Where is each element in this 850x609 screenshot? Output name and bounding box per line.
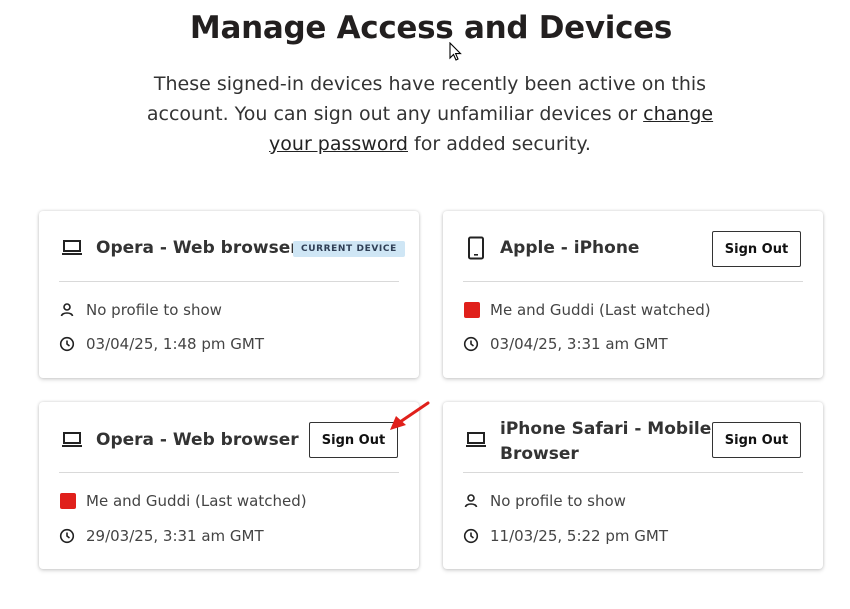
divider xyxy=(463,281,803,282)
last-active-row: 03/04/25, 3:31 am GMT xyxy=(463,333,803,355)
person-icon xyxy=(60,303,74,317)
intro-text-end: for added security. xyxy=(408,133,591,155)
phone-icon xyxy=(468,236,484,260)
device-name: iPhone Safari - Mobile Browser xyxy=(500,417,711,467)
clock-icon xyxy=(59,336,75,352)
last-active-text: 03/04/25, 3:31 am GMT xyxy=(490,335,668,353)
laptop-icon xyxy=(62,432,82,447)
device-name-line: iPhone Safari - Mobile xyxy=(500,419,712,439)
profile-avatar xyxy=(464,302,480,318)
device-card: iPhone Safari - Mobile Browser Sign Out … xyxy=(443,402,823,569)
annotation-arrow-icon xyxy=(390,401,430,430)
last-active-row: 03/04/25, 1:48 pm GMT xyxy=(59,333,399,355)
person-icon xyxy=(464,494,478,508)
laptop-icon xyxy=(62,240,82,255)
profile-avatar xyxy=(60,493,76,509)
device-card: Opera - Web browser CURRENT DEVICE No pr… xyxy=(39,211,419,378)
profile-text: Me and Guddi (Last watched) xyxy=(86,492,307,510)
last-active-text: 29/03/25, 3:31 am GMT xyxy=(86,527,264,545)
device-name-line: Browser xyxy=(500,444,579,464)
sign-out-button[interactable]: Sign Out xyxy=(712,231,801,267)
clock-icon xyxy=(59,528,75,544)
divider xyxy=(59,281,399,282)
divider xyxy=(463,472,803,473)
last-active-text: 11/03/25, 5:22 pm GMT xyxy=(490,527,668,545)
intro-text: These signed-in devices have recently be… xyxy=(130,69,730,159)
current-device-badge: CURRENT DEVICE xyxy=(293,241,405,257)
intro-text-start: These signed-in devices have recently be… xyxy=(146,73,707,125)
page-title: Manage Access and Devices xyxy=(189,10,673,46)
profile-text: Me and Guddi (Last watched) xyxy=(490,301,711,319)
profile-text: No profile to show xyxy=(490,492,626,510)
device-card: Apple - iPhone Sign Out Me and Guddi (La… xyxy=(443,211,823,378)
device-name: Opera - Web browser xyxy=(96,238,299,258)
profile-row: Me and Guddi (Last watched) xyxy=(59,490,399,512)
clock-icon xyxy=(463,528,479,544)
device-name: Opera - Web browser xyxy=(96,430,299,450)
last-active-row: 11/03/25, 5:22 pm GMT xyxy=(463,525,803,547)
clock-icon xyxy=(463,336,479,352)
mouse-cursor-icon xyxy=(449,42,462,61)
laptop-icon xyxy=(466,432,486,447)
profile-row: Me and Guddi (Last watched) xyxy=(463,299,803,321)
device-card: Opera - Web browser Sign Out Me and Gudd… xyxy=(39,402,419,569)
device-name: Apple - iPhone xyxy=(500,238,640,258)
sign-out-button[interactable]: Sign Out xyxy=(712,422,801,458)
last-active-row: 29/03/25, 3:31 am GMT xyxy=(59,525,399,547)
last-active-text: 03/04/25, 1:48 pm GMT xyxy=(86,335,264,353)
profile-text: No profile to show xyxy=(86,301,222,319)
profile-row: No profile to show xyxy=(463,490,803,512)
profile-row: No profile to show xyxy=(59,299,399,321)
divider xyxy=(59,472,399,473)
